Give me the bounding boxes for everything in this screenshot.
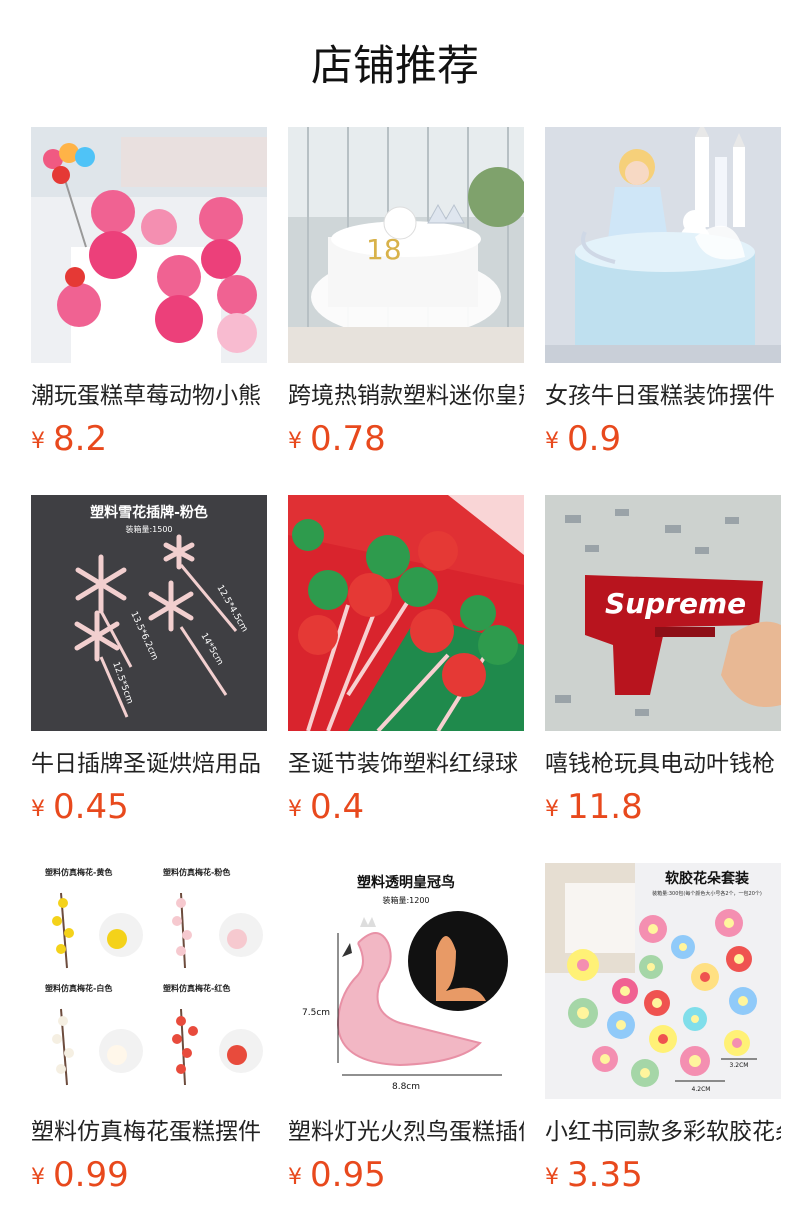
product-card[interactable]: 软胶花朵套装 装箱量:300包(每个颜色大小号各2个，一包20个) 3.2CM … [545,863,781,1208]
currency-symbol: ¥ [545,797,559,822]
product-price: ¥8.2 [31,417,107,461]
product-image-princess-cake[interactable] [545,127,781,363]
product-image-money-gun[interactable]: Supreme [545,495,781,731]
image-dimension: 8.8cm [392,1082,420,1092]
product-card[interactable]: 女孩牛日蛋糕装饰摆件 ¥0.9 [545,127,781,472]
product-price: ¥0.99 [31,1153,129,1197]
product-card[interactable]: 潮玩蛋糕草莓动物小熊 ¥8.2 [31,127,267,472]
product-image-crown-cake[interactable]: 18 [288,127,524,363]
product-price: ¥0.9 [545,417,621,461]
image-caption-title: 塑料透明皇冠鸟 [357,874,455,891]
image-dimension: 7.5cm [302,1008,330,1018]
product-name[interactable]: 嘻钱枪玩具电动叶钱枪 [545,747,781,781]
image-caption: 塑料仿真梅花-黄色 [45,867,112,877]
price-value: 11.8 [567,787,643,827]
product-image-rubber-flowers[interactable]: 软胶花朵套装 装箱量:300包(每个颜色大小号各2个，一包20个) 3.2CM … [545,863,781,1099]
shop-recommendation-page: 店铺推荐 潮玩蛋糕草莓动物小熊 ¥ 8.2 18 跨境热销款塑料迷你皇冠 ¥ 0… [0,0,790,1232]
product-name[interactable]: 小红书同款多彩软胶花朵 [545,1115,781,1149]
image-caption-sub: 装箱量:1500 [125,524,172,534]
product-image-flamingo[interactable]: 塑料透明皇冠鸟 装箱量:1200 7.5cm 8.8cm [288,863,524,1099]
price-value: 0.95 [310,1155,386,1195]
section-title: 店铺推荐 [310,41,479,90]
image-caption-sub: 装箱量:300包(每个颜色大小号各2个，一包20个) [652,890,762,897]
price-value: 0.45 [53,787,129,827]
currency-symbol: ¥ [31,1165,45,1190]
image-brand-text: Supreme [605,587,746,620]
image-caption-title: 软胶花朵套装 [665,870,750,887]
product-price: ¥0.45 [31,785,129,829]
currency-symbol: ¥ [31,429,45,454]
currency-symbol: ¥ [288,797,302,822]
product-image-strawberry-bear[interactable] [31,127,267,363]
product-price: ¥0.78 [288,417,386,461]
product-card[interactable]: 18 跨境热销款塑料迷你皇冠 ¥0.78 [288,127,524,472]
image-caption: 塑料仿真梅花-白色 [45,983,112,993]
image-caption: 塑料仿真梅花-粉色 [163,867,230,877]
price-value: 8.2 [53,419,108,459]
product-name[interactable]: 女孩牛日蛋糕装饰摆件 [545,379,781,413]
product-price: ¥0.95 [288,1153,386,1197]
product-price: ¥3.35 [545,1153,643,1197]
product-card[interactable]: 圣诞节装饰塑料红绿球 ¥0.4 [288,495,524,840]
image-caption-sub: 装箱量:1200 [382,895,429,905]
image-dimension: 3.2CM [730,1062,749,1069]
product-image-plum-blossom[interactable]: 塑料仿真梅花-黄色 塑料仿真梅花-粉色 塑料仿真梅花-白色 塑料仿真梅花-红色 [31,863,267,1099]
product-card[interactable]: 塑料雪花插牌-粉色 装箱量:1500 12.5*4.5cm 13.5*6.2cm… [31,495,267,840]
product-name[interactable]: 塑料灯光火烈鸟蛋糕插件 [288,1115,524,1149]
product-name[interactable]: 牛日插牌圣诞烘焙用品 [31,747,267,781]
price-value: 0.99 [53,1155,129,1195]
product-price: ¥0.4 [288,785,364,829]
product-price: ¥11.8 [545,785,643,829]
price-value: 0.78 [310,419,386,459]
image-dimension: 4.2CM [692,1086,711,1093]
product-name[interactable]: 跨境热销款塑料迷你皇冠 [288,379,524,413]
currency-symbol: ¥ [288,429,302,454]
currency-symbol: ¥ [545,1165,559,1190]
product-name[interactable]: 塑料仿真梅花蛋糕摆件 [31,1115,267,1149]
product-card[interactable]: 塑料仿真梅花-黄色 塑料仿真梅花-粉色 塑料仿真梅花-白色 塑料仿真梅花-红色 [31,863,267,1208]
product-name[interactable]: 潮玩蛋糕草莓动物小熊 [31,379,267,413]
svg-text:18: 18 [366,233,402,266]
currency-symbol: ¥ [31,797,45,822]
price-value: 0.4 [310,787,365,827]
currency-symbol: ¥ [545,429,559,454]
product-image-snowflake-picks[interactable]: 塑料雪花插牌-粉色 装箱量:1500 12.5*4.5cm 13.5*6.2cm… [31,495,267,731]
price-value: 3.35 [567,1155,643,1195]
product-name[interactable]: 圣诞节装饰塑料红绿球 [288,747,524,781]
price-value: 0.9 [567,419,622,459]
image-caption: 塑料仿真梅花-红色 [163,983,230,993]
currency-symbol: ¥ [288,1165,302,1190]
image-caption-title: 塑料雪花插牌-粉色 [90,504,208,521]
product-card[interactable]: 塑料透明皇冠鸟 装箱量:1200 7.5cm 8.8cm 塑料灯光火烈鸟蛋糕插件… [288,863,524,1208]
product-image-ball-picks[interactable] [288,495,524,731]
product-card[interactable]: Supreme 嘻钱枪玩具电动叶钱枪 ¥11.8 [545,495,781,840]
